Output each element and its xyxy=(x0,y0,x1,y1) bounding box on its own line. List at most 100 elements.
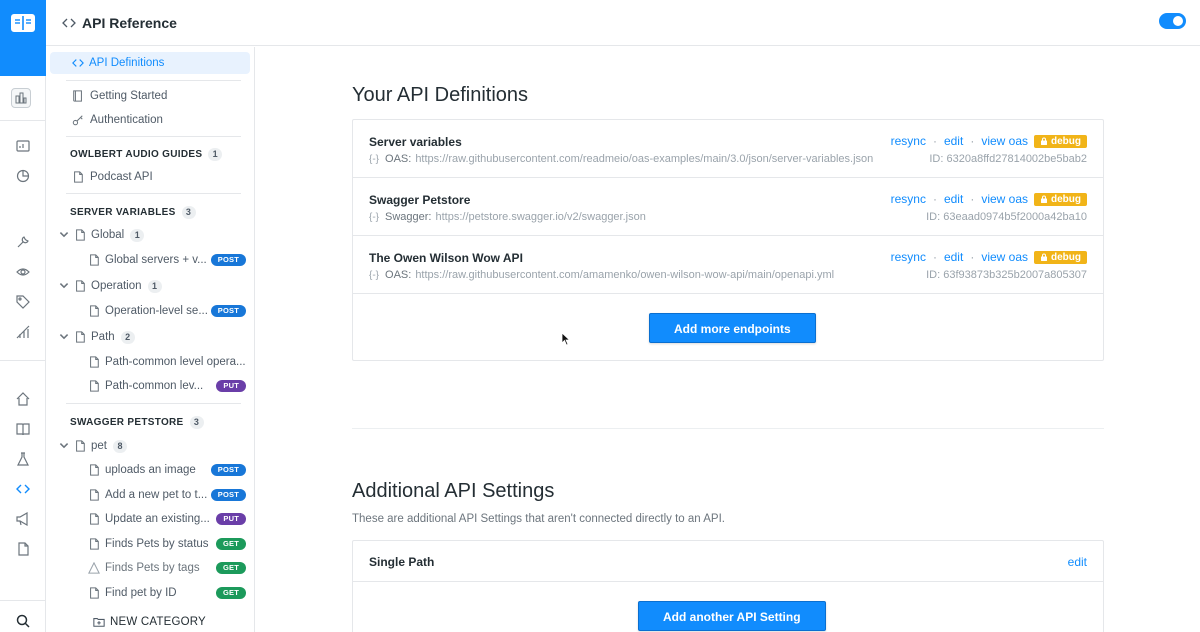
api-id: ID: 63f93873b325b2007a805307 xyxy=(926,269,1087,281)
sidebar-item-label: Add a new pet to t... xyxy=(105,489,208,501)
api-source: {-} OAS: https://raw.githubusercontent.c… xyxy=(369,269,834,281)
page-icon xyxy=(74,171,83,183)
separator-dot: · xyxy=(932,250,937,264)
view-oas-link[interactable]: view oas xyxy=(981,250,1028,264)
page-code-icon xyxy=(76,229,85,241)
view-oas-link[interactable]: view oas xyxy=(981,134,1028,148)
page-icon xyxy=(90,513,99,525)
count-badge: 2 xyxy=(120,330,135,344)
section-header[interactable]: SWAGGER PETSTORE 3 xyxy=(70,416,204,429)
sidebar-page[interactable]: Finds Pets by status GET xyxy=(50,533,250,555)
debug-badge[interactable]: debug xyxy=(1034,250,1087,264)
page-icon xyxy=(90,489,99,501)
app-rail xyxy=(0,0,46,632)
edit-link[interactable]: edit xyxy=(1068,555,1087,569)
sidebar-group-operation[interactable]: Operation 1 xyxy=(50,275,250,297)
debug-badge[interactable]: debug xyxy=(1034,134,1087,148)
megaphone-icon[interactable] xyxy=(0,508,46,530)
sidebar-item-label: Finds Pets by tags xyxy=(105,562,200,574)
count-badge: 3 xyxy=(181,206,196,219)
sidebar-page[interactable]: Add a new pet to t... POST xyxy=(50,484,250,506)
sidebar-item-authentication[interactable]: Authentication xyxy=(50,109,250,131)
section-header[interactable]: SERVER VARIABLES 3 xyxy=(70,206,196,219)
add-api-setting-button[interactable]: Add another API Setting xyxy=(638,601,826,631)
page-icon xyxy=(90,587,99,599)
sidebar-page[interactable]: uploads an image POST xyxy=(50,459,250,481)
sidebar-page[interactable]: Find pet by ID GET xyxy=(50,582,250,604)
api-definition-row: Swagger Petstore {-} Swagger: https://pe… xyxy=(353,178,1103,236)
sidebar-page[interactable]: Operation-level se... POST xyxy=(50,300,250,322)
count-badge: 1 xyxy=(147,279,162,293)
chevron-down-icon xyxy=(59,283,69,289)
sidebar-item-label: Getting Started xyxy=(90,90,168,102)
sidebar-item-getting-started[interactable]: Getting Started xyxy=(50,85,250,107)
edit-link[interactable]: edit xyxy=(944,134,963,148)
api-definitions-card: Server variables {-} OAS: https://raw.gi… xyxy=(352,119,1104,361)
metrics-pie-icon[interactable] xyxy=(0,165,46,187)
sidebar-group-pet[interactable]: pet 8 xyxy=(50,435,250,457)
sidebar-page[interactable]: Update an existing... PUT xyxy=(50,508,250,530)
sidebar-item-podcast-api[interactable]: Podcast API xyxy=(50,166,250,188)
chevron-down-icon xyxy=(59,232,69,238)
sidebar-item-label: Global servers + v... xyxy=(105,254,207,266)
rail-divider xyxy=(0,600,45,601)
code-icon[interactable] xyxy=(0,478,46,500)
project-icon[interactable] xyxy=(11,88,31,108)
sidebar-page[interactable]: Path-common lev... PUT xyxy=(50,375,250,397)
debug-badge[interactable]: debug xyxy=(1034,192,1087,206)
separator-dot: · xyxy=(970,192,975,206)
mode-toggle[interactable] xyxy=(1159,13,1186,29)
resync-link[interactable]: resync xyxy=(891,134,926,148)
resync-link[interactable]: resync xyxy=(891,192,926,206)
sidebar-group-global[interactable]: Global 1 xyxy=(50,224,250,246)
sidebar-item-api-definitions[interactable]: API Definitions xyxy=(50,52,250,74)
chart-trend-icon[interactable] xyxy=(0,321,46,343)
sidebar-item-label: Update an existing... xyxy=(105,513,210,525)
sidebar-item-label: Path-common level opera... xyxy=(105,356,246,368)
braces-icon: {-} xyxy=(369,211,380,223)
search-icon[interactable] xyxy=(0,610,46,632)
edit-link[interactable]: edit xyxy=(944,192,963,206)
sidebar-item-label: Operation xyxy=(91,280,142,292)
sidebar-page[interactable]: Finds Pets by tags GET xyxy=(50,557,250,579)
section-header[interactable]: OWLBERT AUDIO GUIDES 1 xyxy=(70,148,223,161)
wrench-icon[interactable] xyxy=(0,231,46,253)
page-icon xyxy=(90,464,99,476)
api-name: Server variables xyxy=(369,135,462,149)
definitions-title: Your API Definitions xyxy=(352,84,529,106)
view-oas-link[interactable]: view oas xyxy=(981,192,1028,206)
sidebar-item-label: API Definitions xyxy=(89,57,165,69)
lock-icon xyxy=(1041,253,1047,261)
api-source-url: https://raw.githubusercontent.com/readme… xyxy=(415,153,874,165)
add-more-endpoints-button[interactable]: Add more endpoints xyxy=(649,313,816,343)
method-badge-put: PUT xyxy=(216,380,246,392)
section-title: OWLBERT AUDIO GUIDES xyxy=(70,149,203,160)
book-icon[interactable] xyxy=(0,418,46,440)
new-category-button[interactable]: NEW CATEGORY xyxy=(93,616,206,628)
api-source-label: Swagger: xyxy=(385,211,432,223)
flask-icon[interactable] xyxy=(0,448,46,470)
api-source-label: OAS: xyxy=(385,269,412,281)
edit-link[interactable]: edit xyxy=(944,250,963,264)
api-settings-card: Single Path edit Add another API Setting xyxy=(352,540,1104,632)
method-badge-put: PUT xyxy=(216,513,246,525)
reference-sidebar: API Definitions Getting Started Authenti… xyxy=(46,47,255,632)
eye-icon[interactable] xyxy=(0,261,46,283)
api-source-label: OAS: xyxy=(385,153,412,165)
home-icon[interactable] xyxy=(0,388,46,410)
tag-icon[interactable] xyxy=(0,291,46,313)
api-id: ID: 63eaad0974b5f2000a42ba10 xyxy=(926,211,1087,223)
sidebar-page[interactable]: Path-common level opera... xyxy=(50,351,250,373)
method-badge-post: POST xyxy=(210,305,246,317)
main-content: Your API Definitions Server variables {-… xyxy=(256,47,1200,632)
sidebar-group-path[interactable]: Path 2 xyxy=(50,326,250,348)
separator-dot: · xyxy=(932,134,937,148)
readme-logo-icon[interactable] xyxy=(0,0,46,76)
resync-link[interactable]: resync xyxy=(891,250,926,264)
document-icon[interactable] xyxy=(0,538,46,560)
dashboard-icon[interactable] xyxy=(0,135,46,157)
sidebar-page[interactable]: Global servers + v... POST xyxy=(50,249,250,271)
chevron-down-icon xyxy=(59,334,69,340)
debug-label: debug xyxy=(1051,135,1081,147)
sidebar-divider xyxy=(66,136,241,137)
